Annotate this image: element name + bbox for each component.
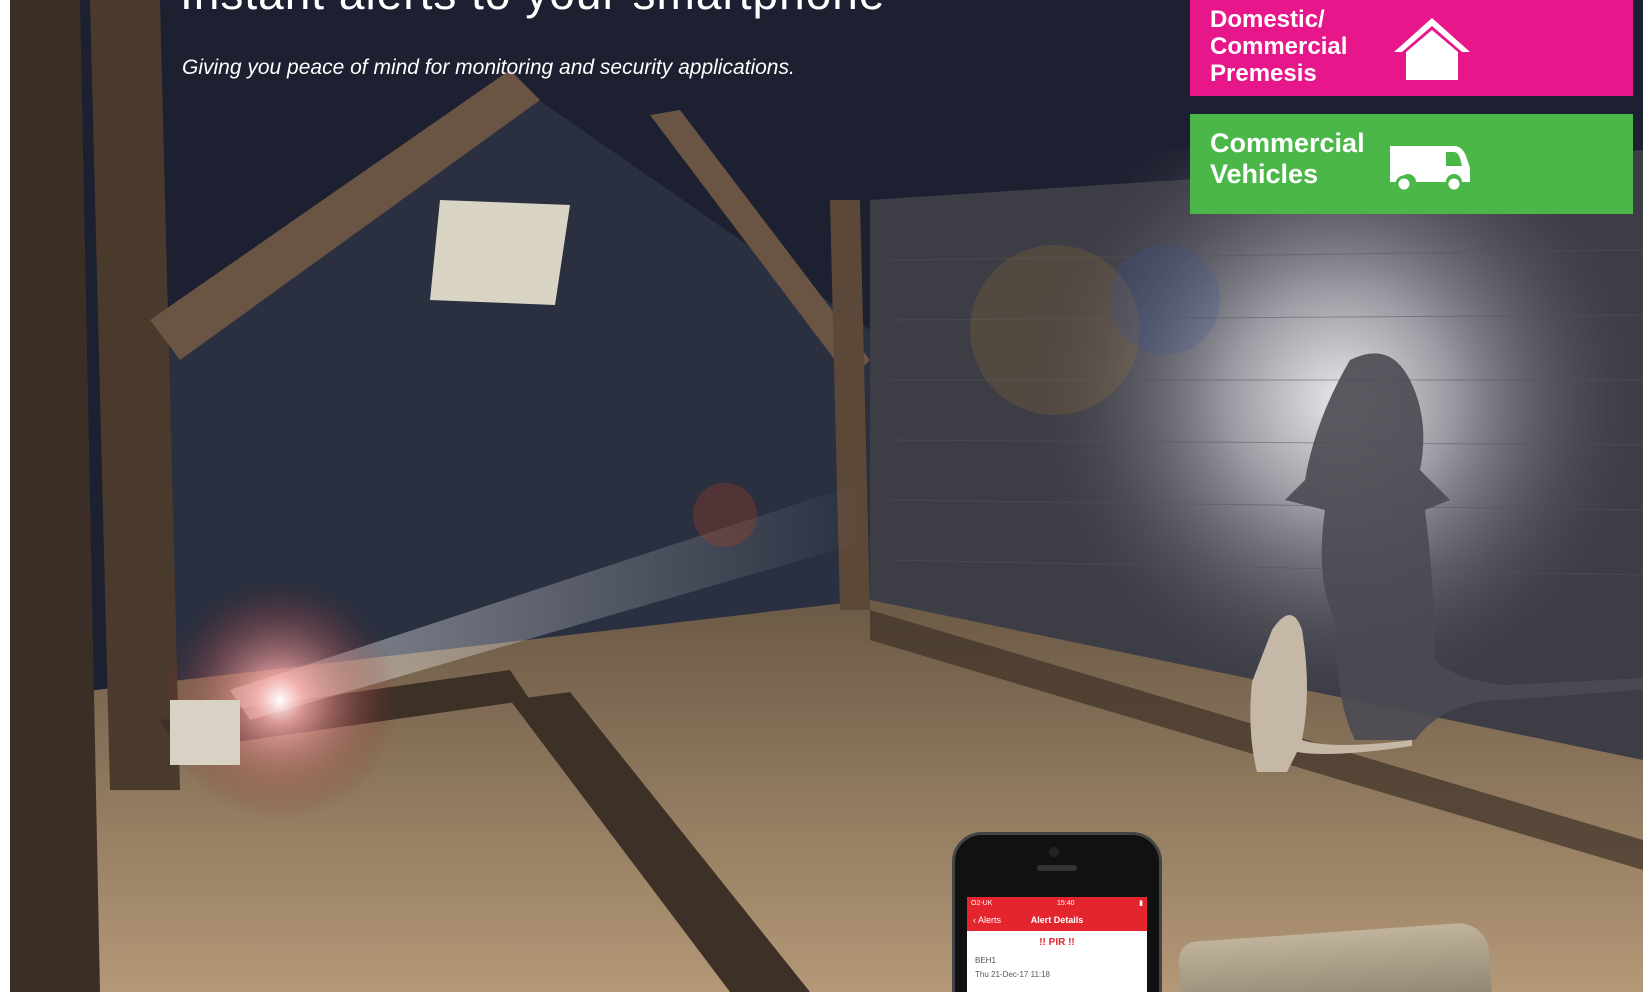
phone-speaker [1037,865,1077,871]
badge-vehicles-line1: Commercial [1210,128,1365,158]
house-icon [1392,14,1472,87]
screen-title: Alert Details [1030,915,1084,925]
phone-screen: O2-UK 15:40 ▮ ‹ Alerts Alert Details !! … [967,897,1147,992]
alert-text: !! PIR !! [1039,937,1075,948]
badge-domestic-line2: Commercial [1210,33,1348,60]
badge-vehicles-line2: Vehicles [1210,159,1319,189]
battery-icon: ▮ [1139,900,1143,907]
phone-nav-bar: ‹ Alerts Alert Details [967,909,1147,931]
badge-vehicles-label: Commercial Vehicles [1210,128,1365,190]
smartphone: O2-UK 15:40 ▮ ‹ Alerts Alert Details !! … [952,832,1162,992]
phone-camera [1049,847,1059,857]
carrier-label: O2-UK [971,899,993,907]
badge-vehicles[interactable]: Commercial Vehicles [1190,114,1633,214]
clock-label: 15:40 [1057,899,1075,907]
tagline: Giving you peace of mind for monitoring … [182,56,795,79]
badge-domestic-label: Domestic/ Commercial Premesis [1210,6,1347,87]
van-icon [1388,142,1472,197]
device-id: BEH1 [975,956,996,965]
badge-domestic-line3: Premesis [1210,60,1317,87]
badge-domestic-line1: Domestic/ [1210,6,1325,33]
phone-status-bar: O2-UK 15:40 ▮ [967,897,1147,909]
badge-domestic[interactable]: Domestic/ Commercial Premesis [1190,0,1633,96]
alert-timestamp: Thu 21-Dec-17 11:18 [975,970,1051,979]
sensor-device [170,700,240,765]
headline: Instant alerts to your smartphone [180,0,885,20]
